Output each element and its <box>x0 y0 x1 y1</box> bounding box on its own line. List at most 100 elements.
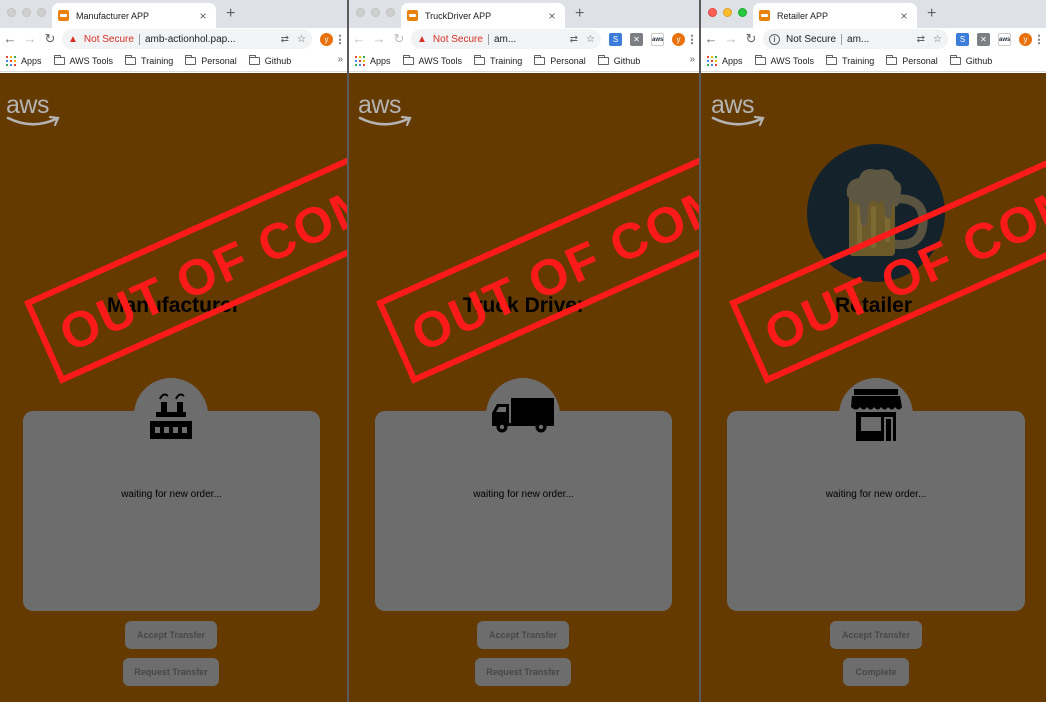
bookmark-label: Github <box>965 55 993 66</box>
extension-blue-icon[interactable]: S <box>609 32 622 46</box>
manufacturer-browser-window: Manufacturer APP × + ← → ↻ ▲ Not Secure … <box>0 0 347 702</box>
request-transfer-button[interactable]: Request Transfer <box>123 658 219 686</box>
menu-kebab-icon[interactable]: ⋮ <box>685 33 699 46</box>
menu-kebab-icon[interactable]: ⋮ <box>1032 33 1046 46</box>
bookmark-personal[interactable]: Personal <box>185 54 237 66</box>
extension-tools-icon[interactable]: ✕ <box>630 32 643 46</box>
tab-strip: Retailer APP × + <box>701 0 1046 28</box>
aws-smile-icon <box>711 115 765 127</box>
translate-icon[interactable]: ⇄ <box>281 34 289 45</box>
bookmark-apps[interactable]: Apps <box>707 55 743 66</box>
bookmark-training[interactable]: Training <box>826 54 874 66</box>
window-controls[interactable] <box>708 8 747 17</box>
profile-avatar[interactable]: y <box>672 32 685 46</box>
role-icon-badge <box>486 378 560 452</box>
bookmark-label: Apps <box>370 55 391 66</box>
forward-icon[interactable]: → <box>20 28 40 50</box>
close-tab-icon[interactable]: × <box>196 9 210 23</box>
bookmark-github[interactable]: Github <box>248 54 291 66</box>
close-tab-icon[interactable]: × <box>545 9 559 23</box>
extension-amazon-icon[interactable]: aws <box>651 32 664 46</box>
info-icon: i <box>769 33 780 45</box>
url-text[interactable]: am... <box>847 34 909 45</box>
profile-avatar[interactable]: y <box>320 32 333 46</box>
tab-title: Manufacturer APP <box>76 10 150 21</box>
browser-toolbar: ← → ↻ ▲ Not Secure amb-actionhol.pap... … <box>0 28 347 50</box>
bookmark-github[interactable]: Github <box>597 54 640 66</box>
bookmark-github[interactable]: Github <box>949 54 993 66</box>
menu-kebab-icon[interactable]: ⋮ <box>333 33 347 46</box>
divider <box>138 33 140 45</box>
bookmark-aws-tools[interactable]: AWS Tools <box>53 54 113 66</box>
reload-icon[interactable]: ↻ <box>389 28 409 50</box>
tab-retailer-app[interactable]: Retailer APP × <box>753 3 917 28</box>
folder-icon <box>402 54 414 65</box>
apps-grid-icon <box>355 55 365 66</box>
bookmark-aws-tools[interactable]: AWS Tools <box>402 54 462 66</box>
new-tab-button[interactable]: + <box>927 5 936 23</box>
truckdriver-page: aws Truck Driver waiting for new order..… <box>349 73 699 702</box>
reload-icon[interactable]: ↻ <box>40 28 60 50</box>
bookmarks-bar: Apps AWS Tools Training Personal Github … <box>349 50 699 72</box>
bookmark-apps[interactable]: Apps <box>6 55 42 66</box>
url-text[interactable]: am... <box>494 34 562 45</box>
request-transfer-button[interactable]: Request Transfer <box>475 658 571 686</box>
url-text[interactable]: amb-actionhol.pap... <box>145 34 273 45</box>
folder-icon <box>949 54 961 65</box>
manufacturer-page: aws Manufacturer waiting for new order..… <box>0 73 347 702</box>
bookmark-training[interactable]: Training <box>125 54 173 66</box>
folder-icon <box>754 54 766 65</box>
security-label: Not Secure <box>83 33 134 45</box>
app-favicon-icon <box>759 10 770 21</box>
window-controls[interactable] <box>7 8 46 17</box>
translate-icon[interactable]: ⇄ <box>570 34 578 45</box>
bookmark-star-icon[interactable]: ☆ <box>933 34 942 45</box>
accept-transfer-button[interactable]: Accept Transfer <box>477 621 569 649</box>
extension-amazon-icon[interactable]: aws <box>998 32 1011 46</box>
back-icon[interactable]: ← <box>349 28 369 50</box>
bookmark-personal[interactable]: Personal <box>886 54 938 66</box>
bookmark-apps[interactable]: Apps <box>355 55 391 66</box>
window-controls[interactable] <box>356 8 395 17</box>
bookmarks-overflow-icon[interactable]: » <box>337 54 343 65</box>
status-text: waiting for new order... <box>473 489 574 500</box>
address-bar[interactable]: ▲ Not Secure am... ⇄ ☆ <box>411 29 601 49</box>
page-title: Truck Driver <box>462 294 586 317</box>
complete-button[interactable]: Complete <box>843 658 909 686</box>
accept-transfer-button[interactable]: Accept Transfer <box>125 621 217 649</box>
truckdriver-browser-window: TruckDriver APP × + ← → ↻ ▲ Not Secure a… <box>349 0 699 702</box>
bookmark-aws-tools[interactable]: AWS Tools <box>754 54 814 66</box>
address-bar[interactable]: ▲ Not Secure amb-actionhol.pap... ⇄ ☆ <box>62 29 312 49</box>
address-bar[interactable]: i Not Secure am... ⇄ ☆ <box>763 29 948 49</box>
stamp-text: OUT OF COMPLIANCE <box>403 78 699 362</box>
stamp-text: OUT OF COMPLIANCE <box>51 78 347 362</box>
bookmark-label: Personal <box>201 55 237 66</box>
aws-logo: aws <box>6 93 62 129</box>
bookmark-label: Personal <box>550 55 586 66</box>
new-tab-button[interactable]: + <box>575 5 584 23</box>
bookmarks-overflow-icon[interactable]: » <box>689 54 695 65</box>
reload-icon[interactable]: ↻ <box>741 28 761 50</box>
bookmark-star-icon[interactable]: ☆ <box>297 34 306 45</box>
extension-tools-icon[interactable]: ✕ <box>977 32 990 46</box>
folder-icon <box>597 54 609 65</box>
folder-icon <box>125 54 137 65</box>
profile-avatar[interactable]: y <box>1019 32 1032 46</box>
back-icon[interactable]: ← <box>0 28 20 50</box>
bookmark-training[interactable]: Training <box>474 54 522 66</box>
back-icon[interactable]: ← <box>701 28 721 50</box>
bookmark-personal[interactable]: Personal <box>534 54 586 66</box>
bookmark-star-icon[interactable]: ☆ <box>586 34 595 45</box>
close-tab-icon[interactable]: × <box>897 9 911 23</box>
translate-icon[interactable]: ⇄ <box>917 34 925 45</box>
tab-truckdriver-app[interactable]: TruckDriver APP × <box>401 3 565 28</box>
aws-logo: aws <box>358 93 414 129</box>
aws-smile-icon <box>6 115 60 127</box>
tab-manufacturer-app[interactable]: Manufacturer APP × <box>52 3 216 28</box>
new-tab-button[interactable]: + <box>226 5 235 23</box>
apps-grid-icon <box>6 55 16 66</box>
forward-icon[interactable]: → <box>721 28 741 50</box>
forward-icon[interactable]: → <box>369 28 389 50</box>
accept-transfer-button[interactable]: Accept Transfer <box>830 621 922 649</box>
extension-blue-icon[interactable]: S <box>956 32 969 46</box>
